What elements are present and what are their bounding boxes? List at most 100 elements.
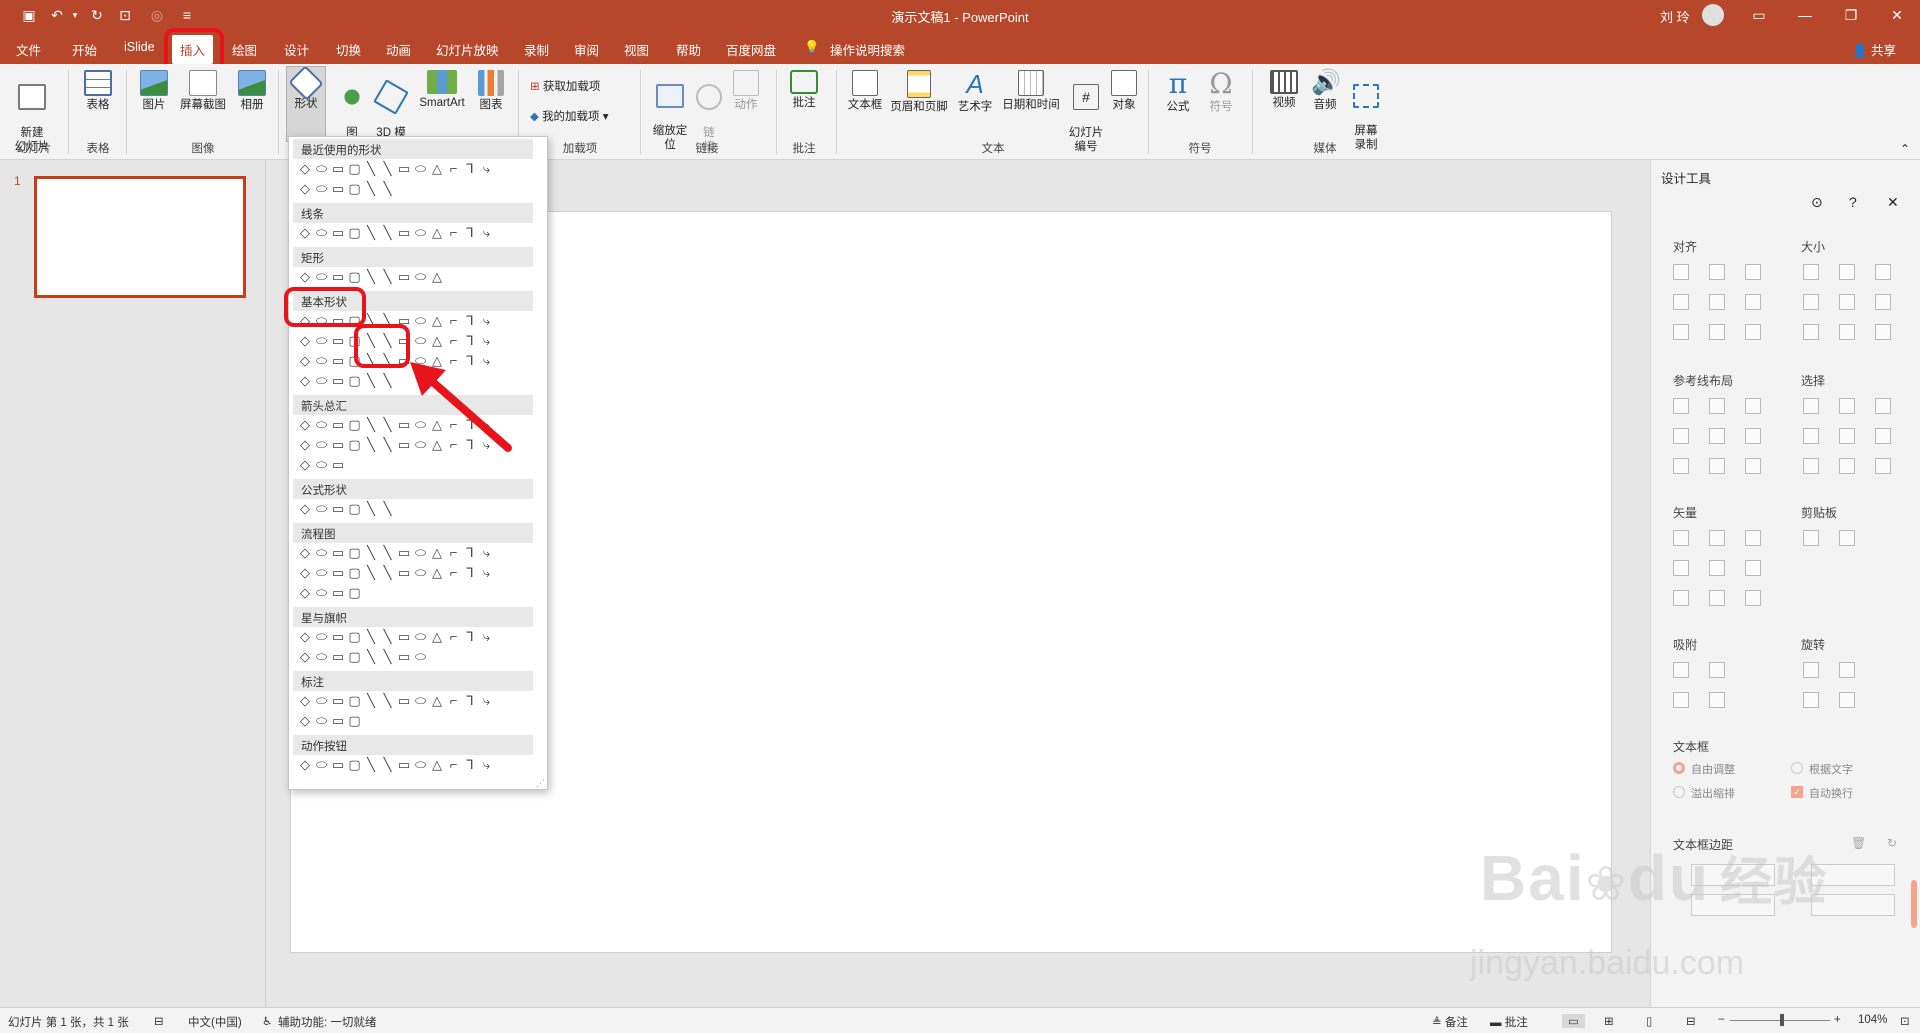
shape-option[interactable]: ⬭ (314, 353, 330, 369)
shape-option[interactable]: ⤷ (479, 545, 495, 561)
shape-option[interactable]: ⤷ (479, 629, 495, 645)
shape-option[interactable]: ⌐ (446, 693, 462, 709)
shape-option[interactable]: ⤷ (479, 693, 495, 709)
shape-option[interactable]: ▢ (347, 545, 363, 561)
tool-icon[interactable] (1803, 294, 1819, 310)
tool-icon[interactable] (1745, 294, 1761, 310)
tool-icon[interactable] (1709, 458, 1725, 474)
shape-option[interactable]: ▭ (396, 269, 412, 285)
tool-icon[interactable] (1803, 324, 1819, 340)
delete-icon[interactable]: 🗑 (1851, 836, 1866, 850)
shape-option[interactable]: ◇ (297, 565, 313, 581)
tool-icon[interactable] (1673, 530, 1689, 546)
notes-button[interactable]: ≜ 备注 (1432, 1014, 1468, 1030)
tool-icon[interactable] (1709, 590, 1725, 606)
zoom-level[interactable]: 104% (1858, 1014, 1887, 1026)
shape-option[interactable]: ◇ (297, 417, 313, 433)
tab-slideshow[interactable]: 幻灯片放映 (436, 40, 499, 59)
shape-option[interactable]: ╲ (363, 161, 379, 177)
resize-grip-icon[interactable]: ⋰ (536, 778, 545, 789)
shape-option[interactable]: ⬭ (314, 629, 330, 645)
slide-thumbnail[interactable] (34, 176, 246, 298)
shape-option[interactable]: ╲ (363, 373, 379, 389)
shape-option[interactable]: ▭ (396, 225, 412, 241)
user-name[interactable]: 刘 玲 (1660, 7, 1690, 26)
shape-option[interactable]: △ (429, 757, 445, 773)
shape-option[interactable]: ◇ (297, 181, 313, 197)
tab-transitions[interactable]: 切换 (336, 40, 361, 59)
shape-option[interactable]: ◇ (297, 585, 313, 601)
shape-option[interactable]: △ (429, 545, 445, 561)
ribbon-display-icon[interactable]: ▭ (1750, 6, 1768, 24)
shape-option[interactable]: ⬭ (413, 545, 429, 561)
shape-option[interactable]: ⅂ (462, 757, 478, 773)
shape-option[interactable]: ╲ (380, 161, 396, 177)
shape-option[interactable]: ╲ (363, 269, 379, 285)
shape-option[interactable]: ╲ (363, 181, 379, 197)
shape-option[interactable]: ▢ (347, 585, 363, 601)
shape-option[interactable]: ▭ (330, 417, 346, 433)
shape-option[interactable]: ▢ (347, 757, 363, 773)
shape-option[interactable]: ▢ (347, 565, 363, 581)
shape-option[interactable]: ◇ (297, 457, 313, 473)
tool-icon[interactable] (1673, 428, 1689, 444)
shape-option[interactable]: ⬭ (314, 269, 330, 285)
shape-option[interactable]: ╲ (363, 565, 379, 581)
shape-option[interactable]: ⬭ (314, 693, 330, 709)
shape-option[interactable]: ▢ (347, 269, 363, 285)
shape-option[interactable]: ◇ (297, 225, 313, 241)
shape-option[interactable]: ▢ (347, 181, 363, 197)
shape-option[interactable]: ▢ (347, 501, 363, 517)
tool-icon[interactable] (1745, 428, 1761, 444)
shape-option[interactable]: △ (429, 693, 445, 709)
shape-option[interactable]: △ (429, 333, 445, 349)
slideshow-icon[interactable]: ⊟ (1686, 1014, 1696, 1028)
shape-option[interactable]: ⬭ (314, 585, 330, 601)
shape-option[interactable]: ╲ (380, 565, 396, 581)
shape-option[interactable]: ⤷ (479, 225, 495, 241)
tool-icon[interactable] (1839, 458, 1855, 474)
shape-option[interactable]: ▭ (330, 565, 346, 581)
shape-option[interactable]: ▭ (330, 437, 346, 453)
shape-option[interactable]: ▭ (330, 161, 346, 177)
free-adjust-radio[interactable] (1673, 762, 1685, 774)
shape-option[interactable]: △ (429, 629, 445, 645)
shape-option[interactable]: ⅂ (462, 225, 478, 241)
shape-option[interactable]: ▭ (396, 565, 412, 581)
shape-option[interactable]: ╲ (380, 225, 396, 241)
shape-option[interactable]: ⅂ (462, 333, 478, 349)
shape-option[interactable]: ◇ (297, 333, 313, 349)
tool-icon[interactable] (1839, 324, 1855, 340)
shape-option[interactable]: ⬭ (314, 417, 330, 433)
shape-option[interactable]: ▢ (347, 649, 363, 665)
shape-option[interactable]: ▢ (347, 629, 363, 645)
shape-option[interactable]: ⅂ (462, 565, 478, 581)
table-button[interactable]: 表格 (78, 70, 118, 112)
tool-icon[interactable] (1673, 590, 1689, 606)
tool-icon[interactable] (1709, 398, 1725, 414)
tool-icon[interactable] (1839, 264, 1855, 280)
tool-icon[interactable] (1673, 264, 1689, 280)
tool-icon[interactable] (1709, 264, 1725, 280)
zoom-in-icon[interactable]: + (1834, 1014, 1841, 1026)
shape-option[interactable]: ◇ (297, 373, 313, 389)
tool-icon[interactable] (1875, 294, 1891, 310)
tool-icon[interactable] (1839, 294, 1855, 310)
tool-icon[interactable] (1709, 662, 1725, 678)
object-button[interactable]: 对象 (1108, 70, 1140, 112)
shape-option[interactable]: ⌐ (446, 225, 462, 241)
shape-option[interactable]: ⤷ (479, 313, 495, 329)
shape-option[interactable]: ╲ (380, 629, 396, 645)
tell-me-search[interactable]: 操作说明搜索 (830, 40, 905, 59)
shape-option[interactable]: ▭ (330, 353, 346, 369)
shape-option[interactable]: ⬭ (413, 161, 429, 177)
chart-button[interactable]: 图表 (474, 70, 508, 112)
zoom-slider-thumb[interactable] (1780, 1014, 1784, 1026)
tab-help[interactable]: 帮助 (676, 40, 701, 59)
maximize-icon[interactable]: ❐ (1842, 6, 1860, 24)
shape-option[interactable]: ╲ (363, 225, 379, 241)
shape-option[interactable]: ▭ (330, 225, 346, 241)
shape-option[interactable]: ╲ (363, 437, 379, 453)
overflow-shrink-radio[interactable] (1673, 786, 1685, 798)
shape-option[interactable]: ▭ (330, 181, 346, 197)
